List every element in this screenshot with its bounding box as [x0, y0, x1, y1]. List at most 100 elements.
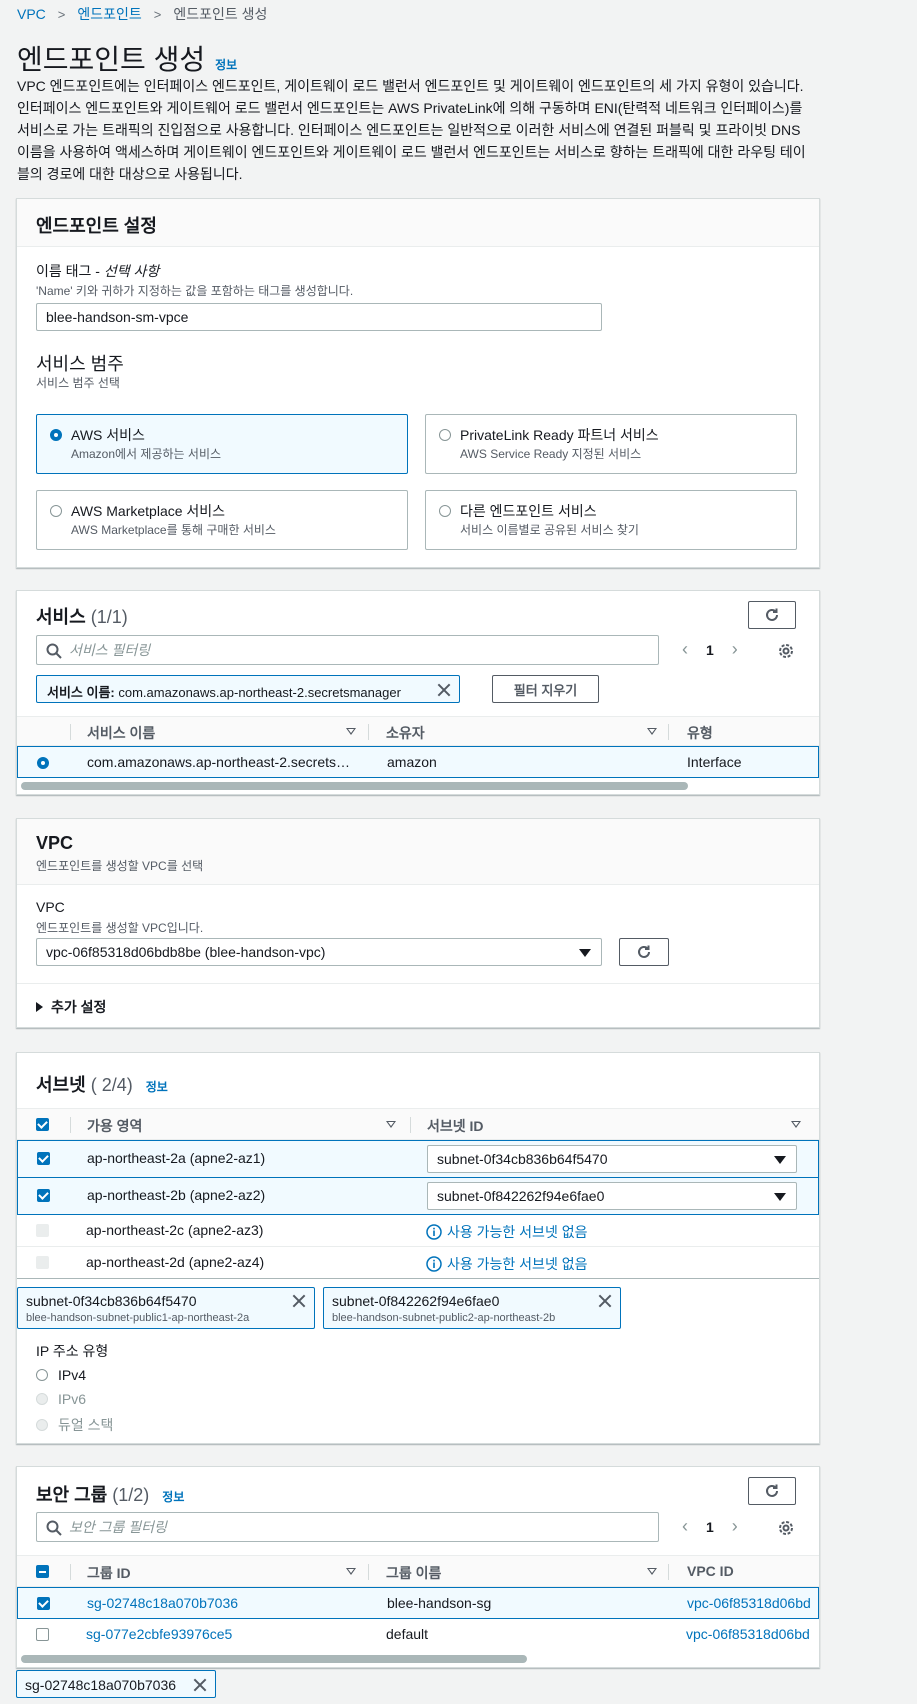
- sort-icon[interactable]: [791, 1121, 801, 1128]
- refresh-button[interactable]: [748, 1477, 796, 1505]
- search-icon: [46, 1520, 62, 1536]
- table-header: 가용 영역 서브넷 ID: [17, 1108, 819, 1140]
- breadcrumb-endpoints-link[interactable]: 엔드포인트: [77, 4, 141, 24]
- service-filter-input[interactable]: 서비스 필터링: [36, 635, 659, 665]
- breadcrumb-current: 엔드포인트 생성: [173, 6, 268, 22]
- pagination: ‹ 1 ›: [682, 1516, 738, 1537]
- close-icon[interactable]: [193, 1678, 207, 1692]
- row-checkbox[interactable]: [37, 1189, 50, 1202]
- chevron-left-icon[interactable]: ‹: [682, 1516, 688, 1537]
- services-panel: 서비스 (1/1) 서비스 필터링 ‹ 1 › 서비스 이름: com.amaz…: [16, 590, 820, 795]
- settings-gear-icon[interactable]: [777, 1519, 795, 1537]
- panel-title: 엔드포인트 설정: [36, 216, 157, 236]
- ip-option-ipv4[interactable]: IPv4: [36, 1367, 86, 1383]
- subnet-select[interactable]: subnet-0f842262f94e6fae0: [427, 1182, 797, 1210]
- table-row[interactable]: sg-077e2cbfe93976ce5 default vpc-06f8531…: [17, 1619, 819, 1651]
- refresh-icon: [638, 945, 650, 958]
- select-all-checkbox[interactable]: [36, 1565, 49, 1578]
- table-row[interactable]: ap-northeast-2b (apne2-az2) subnet-0f842…: [17, 1177, 819, 1215]
- radio-unselected[interactable]: [439, 429, 451, 441]
- info-circle-icon: [426, 1224, 442, 1240]
- clear-filter-button[interactable]: 필터 지우기: [492, 675, 599, 703]
- subnet-select[interactable]: subnet-0f34cb836b64f5470: [427, 1145, 797, 1173]
- table-header: 그룹 ID 그룹 이름 VPC ID: [17, 1555, 819, 1587]
- category-privatelink-partner[interactable]: PrivateLink Ready 파트너 서비스 AWS Service Re…: [425, 414, 797, 474]
- table-row[interactable]: sg-02748c18a070b7036 blee-handson-sg vpc…: [17, 1587, 819, 1619]
- security-groups-panel: 보안 그룹 (1/2) 정보 보안 그룹 필터링 ‹ 1 › 그룹 ID 그룹 …: [16, 1466, 820, 1668]
- close-icon[interactable]: [598, 1294, 612, 1308]
- table-row[interactable]: com.amazonaws.ap-northeast-2.secrets… am…: [17, 746, 819, 778]
- vpc-panel: VPC 엔드포인트를 생성할 VPC를 선택 VPC 엔드포인트를 생성할 VP…: [16, 818, 820, 1028]
- vpc-field-label: VPC: [36, 899, 65, 915]
- info-link[interactable]: 정보: [146, 1080, 168, 1094]
- breadcrumb: VPC > 엔드포인트 > 엔드포인트 생성: [17, 4, 267, 24]
- endpoint-settings-panel: 엔드포인트 설정 이름 태그 - 선택 사항 'Name' 키와 귀하가 지정하…: [16, 198, 820, 568]
- page-number[interactable]: 1: [706, 1519, 714, 1535]
- table-row: ap-northeast-2c (apne2-az3) 사용 가능한 서브넷 없…: [17, 1215, 819, 1247]
- ip-type-label: IP 주소 유형: [36, 1343, 109, 1359]
- radio-unselected[interactable]: [50, 505, 62, 517]
- chevron-right-icon[interactable]: ›: [732, 1516, 738, 1537]
- sort-icon[interactable]: [346, 1568, 356, 1575]
- security-groups-title: 보안 그룹 (1/2) 정보: [36, 1485, 185, 1505]
- table-header: 서비스 이름 소유자 유형: [17, 716, 819, 746]
- settings-gear-icon[interactable]: [777, 642, 795, 660]
- caret-right-icon: [36, 1002, 43, 1012]
- ip-option-ipv6: IPv6: [36, 1391, 86, 1407]
- refresh-icon: [766, 1484, 778, 1497]
- row-checkbox-disabled: [36, 1256, 49, 1269]
- breadcrumb-vpc-link[interactable]: VPC: [17, 6, 46, 22]
- close-icon[interactable]: [437, 683, 451, 697]
- additional-settings-toggle[interactable]: 추가 설정: [36, 997, 106, 1017]
- row-checkbox[interactable]: [37, 1152, 50, 1165]
- category-aws-services[interactable]: AWS 서비스 Amazon에서 제공하는 서비스: [36, 414, 408, 474]
- page-description: VPC 엔드포인트에는 인터페이스 엔드포인트, 게이트웨이 로드 밸런서 엔드…: [17, 78, 806, 182]
- ip-option-dual-stack: 듀얼 스택: [36, 1415, 113, 1435]
- row-checkbox-disabled: [36, 1224, 49, 1237]
- sort-icon[interactable]: [386, 1121, 396, 1128]
- sort-icon[interactable]: [346, 728, 356, 735]
- vpc-refresh-button[interactable]: [619, 938, 669, 966]
- row-checkbox[interactable]: [36, 1628, 49, 1641]
- chevron-right-icon: >: [153, 6, 162, 22]
- sort-icon[interactable]: [647, 1568, 657, 1575]
- caret-down-icon: [774, 1193, 786, 1201]
- search-icon: [46, 643, 62, 659]
- info-link[interactable]: 정보: [215, 56, 237, 73]
- select-all-checkbox[interactable]: [36, 1118, 49, 1131]
- page-number[interactable]: 1: [706, 642, 714, 658]
- page-title: 엔드포인트 생성: [17, 44, 206, 75]
- table-row: ap-northeast-2d (apne2-az4) 사용 가능한 서브넷 없…: [17, 1247, 819, 1279]
- service-category-title: 서비스 범주: [36, 354, 124, 374]
- name-tag-input[interactable]: blee-handson-sm-vpce: [36, 303, 602, 331]
- service-category-hint: 서비스 범주 선택: [36, 376, 120, 390]
- vpc-field-hint: 엔드포인트를 생성할 VPC입니다.: [36, 921, 204, 935]
- radio-unselected[interactable]: [439, 505, 451, 517]
- services-title: 서비스 (1/1): [36, 607, 128, 627]
- name-tag-label: 이름 태그 - 선택 사항: [36, 263, 160, 279]
- horizontal-scrollbar[interactable]: [21, 1655, 527, 1663]
- chevron-left-icon[interactable]: ‹: [682, 639, 688, 660]
- page-header: 엔드포인트 생성 정보: [17, 38, 237, 78]
- close-icon[interactable]: [292, 1294, 306, 1308]
- row-radio[interactable]: [37, 757, 49, 769]
- refresh-button[interactable]: [748, 601, 796, 629]
- security-group-token: sg-02748c18a070b7036: [16, 1670, 216, 1698]
- vpc-title: VPC: [36, 833, 74, 853]
- row-checkbox[interactable]: [37, 1597, 50, 1610]
- category-other-endpoint[interactable]: 다른 엔드포인트 서비스 서비스 이름별로 공유된 서비스 찾기: [425, 490, 797, 550]
- table-row[interactable]: ap-northeast-2a (apne2-az1) subnet-0f34c…: [17, 1140, 819, 1178]
- caret-down-icon: [579, 949, 591, 957]
- chevron-right-icon[interactable]: ›: [732, 639, 738, 660]
- radio-selected[interactable]: [50, 429, 62, 441]
- subnet-token: subnet-0f34cb836b64f5470 blee-handson-su…: [17, 1287, 315, 1329]
- sort-icon[interactable]: [647, 728, 657, 735]
- vpc-select[interactable]: vpc-06f85318d06bdb8be (blee-handson-vpc): [36, 938, 602, 966]
- horizontal-scrollbar[interactable]: [21, 782, 688, 790]
- vpc-hint: 엔드포인트를 생성할 VPC를 선택: [36, 859, 204, 873]
- security-group-filter-input[interactable]: 보안 그룹 필터링: [36, 1512, 659, 1542]
- category-aws-marketplace[interactable]: AWS Marketplace 서비스 AWS Marketplace를 통해 …: [36, 490, 408, 550]
- name-tag-hint: 'Name' 키와 귀하가 지정하는 값을 포함하는 태그를 생성합니다.: [36, 284, 354, 298]
- info-circle-icon: [426, 1256, 442, 1272]
- info-link[interactable]: 정보: [162, 1490, 184, 1504]
